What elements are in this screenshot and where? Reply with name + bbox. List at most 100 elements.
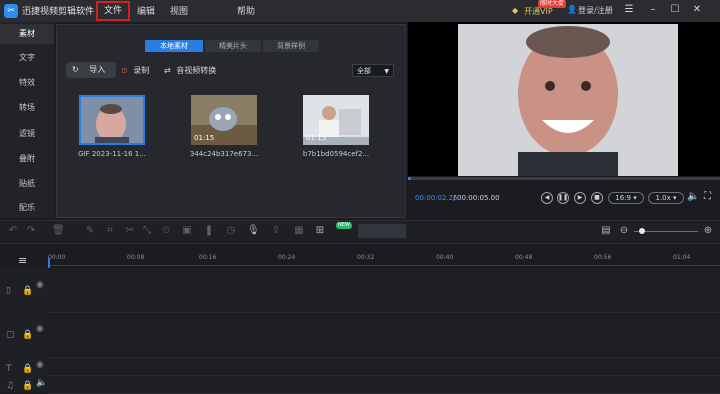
ruler-label: 00:00	[48, 254, 66, 261]
menu-edit[interactable]: 编辑	[137, 4, 155, 17]
ruler-label: 00:16	[199, 254, 217, 261]
filter-value: 全部	[357, 67, 371, 75]
lock-icon[interactable]: 🔒	[22, 364, 33, 374]
microphone-icon[interactable]: 🎙	[247, 225, 260, 237]
record-label: 录制	[133, 66, 150, 75]
preview-progress-fill	[408, 177, 411, 180]
mute-icon[interactable]: 🔈	[36, 378, 47, 388]
menu-help[interactable]: 帮助	[237, 4, 255, 17]
mosaic-icon[interactable]: ▦	[293, 225, 305, 237]
sidebar-item-text[interactable]: 文字	[0, 52, 54, 63]
zoom-in-icon[interactable]: ⊕	[702, 225, 714, 237]
import-icon: ↻	[72, 65, 79, 74]
ruler-label: 00:40	[436, 254, 454, 261]
preview-progress-track[interactable]	[408, 177, 720, 180]
eye-icon[interactable]: ◉	[36, 360, 44, 370]
convert-icon: ⇄	[164, 66, 171, 75]
vip-promo-badge: 限时大促	[538, 0, 567, 8]
app-logo-icon: ✂	[4, 4, 18, 18]
chevron-down-icon: ▼	[384, 68, 389, 75]
package-icon[interactable]: ⊞	[314, 225, 326, 237]
speed-value: 1.0x	[655, 194, 671, 202]
overlay-track[interactable]	[48, 313, 720, 358]
export-frame-icon[interactable]: ⇪	[270, 225, 282, 237]
ruler-label: 00:08	[127, 254, 145, 261]
thumbnail-image-gif	[81, 97, 143, 143]
sidebar-item-music[interactable]: 配乐	[0, 202, 54, 213]
tab-intros[interactable]: 精美片头	[205, 40, 261, 52]
sidebar-item-filters[interactable]: 滤镜	[0, 128, 54, 139]
filter-select[interactable]: 全部 ▼	[352, 64, 394, 77]
title-bar: ✂ 迅捷视频剪辑软件 文件 编辑 视图 帮助 ◆ 开通VIP 限时大促 👤 登录…	[0, 0, 720, 22]
video-track[interactable]	[48, 268, 720, 313]
delete-icon[interactable]: 🗑	[52, 225, 65, 237]
eye-icon[interactable]: ◉	[36, 324, 44, 334]
tab-backgrounds[interactable]: 背景样例	[263, 40, 319, 52]
text-track[interactable]	[48, 358, 720, 376]
menu-file[interactable]: 文件	[96, 1, 130, 21]
media-thumbnail-video-2[interactable]: 01:15	[303, 95, 369, 145]
track-menu-icon[interactable]: ≡	[18, 254, 27, 267]
lock-icon[interactable]: 🔒	[22, 286, 33, 296]
vip-diamond-icon: ◆	[512, 6, 519, 15]
preview-video-frame	[458, 24, 678, 176]
fit-icon[interactable]: ▤	[600, 225, 612, 237]
lock-icon[interactable]: 🔒	[22, 330, 33, 340]
minimize-icon[interactable]: –	[646, 3, 660, 17]
menu-view[interactable]: 视图	[170, 4, 188, 17]
user-icon: 👤	[567, 5, 577, 14]
import-button[interactable]: ↻ 导入	[66, 62, 116, 78]
record-button[interactable]: ⊙ 录制	[121, 65, 149, 76]
eye-icon[interactable]: ◉	[36, 280, 44, 290]
sidebar-item-transitions[interactable]: 转场	[0, 102, 54, 113]
freeze-icon[interactable]: ❚	[203, 225, 215, 237]
image-icon[interactable]: ▣	[181, 225, 193, 237]
media-label-gif: GIF 2023-11-16 1...	[78, 150, 146, 158]
edit-icon[interactable]: ✎	[84, 225, 96, 237]
next-frame-icon[interactable]: ▶	[574, 192, 586, 204]
login-button[interactable]: 登录/注册	[578, 5, 613, 16]
sidebar-item-overlay[interactable]: 叠附	[0, 153, 54, 164]
pause-icon[interactable]: ❚❚	[557, 192, 569, 204]
new-badge: NEW	[336, 222, 352, 229]
media-thumbnail-gif[interactable]	[79, 95, 145, 145]
sidebar-item-effects[interactable]: 特效	[0, 77, 54, 88]
maximize-icon[interactable]: ☐	[668, 3, 682, 17]
preview-panel	[408, 22, 720, 176]
prev-frame-icon[interactable]: ◀	[541, 192, 553, 204]
playhead[interactable]	[48, 258, 50, 268]
toolbar-extra-field[interactable]	[358, 224, 406, 238]
music-track[interactable]	[48, 376, 720, 394]
stop-icon[interactable]: ■	[591, 192, 603, 204]
zoom-slider-handle[interactable]	[639, 228, 645, 234]
zoom-out-icon[interactable]: ⊖	[618, 225, 630, 237]
sidebar-item-material[interactable]: 素材	[0, 24, 54, 44]
aspect-select[interactable]: 16:9 ▾	[608, 192, 644, 204]
speed-select[interactable]: 1.0x ▾	[648, 192, 684, 204]
import-label: 导入	[89, 65, 106, 74]
zoom-icon[interactable]: ⤡	[141, 225, 153, 237]
overlay-track-icon: ▢	[6, 330, 15, 340]
crop-icon[interactable]: ⌗	[104, 225, 116, 237]
media-thumbnail-video-1[interactable]: 01:15	[191, 95, 257, 145]
convert-button[interactable]: ⇄ 音视频转换	[164, 65, 216, 76]
tab-local-material[interactable]: 本地素材	[145, 40, 203, 52]
convert-label: 音视频转换	[176, 66, 217, 75]
ruler-label: 01:04	[673, 254, 691, 261]
redo-icon[interactable]: ↷	[25, 225, 37, 237]
lock-icon[interactable]: 🔒	[22, 381, 33, 391]
split-icon[interactable]: ✂	[124, 225, 136, 237]
timer-icon[interactable]: ◷	[225, 225, 237, 237]
undo-icon[interactable]: ↶	[7, 225, 19, 237]
ruler-baseline	[48, 265, 720, 266]
ruler-label: 00:32	[357, 254, 375, 261]
menu-icon[interactable]: ☰	[622, 3, 636, 17]
close-icon[interactable]: ✕	[690, 3, 704, 17]
sidebar-item-stickers[interactable]: 贴纸	[0, 178, 54, 189]
speed-icon[interactable]: ⏲	[160, 225, 172, 237]
media-panel: 本地素材 精美片头 背景样例 ↻ 导入 ⊙ 录制 ⇄ 音视频转换 全部 ▼ 01…	[56, 24, 406, 218]
volume-icon[interactable]: 🔈	[687, 191, 699, 202]
media-label-video-2: b7b1bd0594cef2...	[302, 150, 370, 158]
preview-image	[458, 24, 678, 176]
fullscreen-icon[interactable]: ⛶	[704, 191, 711, 202]
